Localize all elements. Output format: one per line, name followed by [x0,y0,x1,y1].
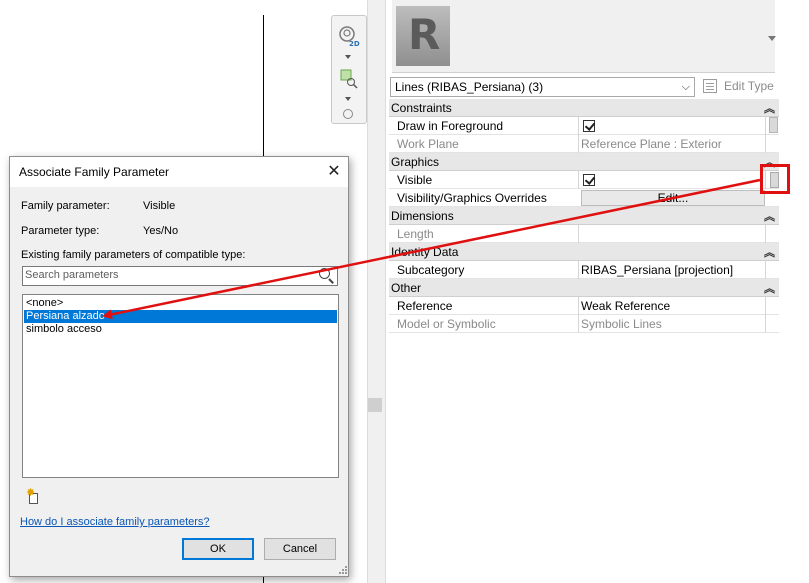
associate-family-parameter-dialog: Associate Family Parameter ✕ Family para… [9,156,349,577]
ok-button[interactable]: OK [182,538,254,560]
property-row-work-plane[interactable]: Work Plane Reference Plane : Exterior [389,135,779,153]
section-constraints[interactable]: Constraints ︽ [389,99,779,117]
list-item-selected[interactable]: Persiana alzado [24,310,337,323]
star-icon: ✸ [26,487,36,499]
scrollbar-thumb[interactable] [769,117,778,133]
section-title: Constraints [391,101,452,115]
visible-checkbox[interactable] [583,174,595,186]
section-title: Dimensions [391,209,454,223]
property-value[interactable]: Weak Reference [581,299,670,313]
list-item[interactable]: simbolo acceso [24,323,337,336]
edit-type-button[interactable]: Edit Type [700,77,778,97]
resize-grip-icon[interactable] [339,566,347,574]
property-value: Reference Plane : Exterior [581,137,722,151]
collapse-icon[interactable]: ︽ [764,100,775,116]
revit-logo: R [396,6,450,66]
search-placeholder: Search parameters [25,269,119,281]
column-divider [765,297,766,315]
property-name: Visibility/Graphics Overrides [397,191,547,205]
splitter-thumb[interactable] [368,398,382,412]
search-input[interactable]: Search parameters [22,266,338,286]
section-identity-data[interactable]: Identity Data ︽ [389,243,779,261]
panel-splitter[interactable] [367,0,386,583]
close-icon[interactable]: ✕ [324,162,344,182]
property-name: Subcategory [397,263,465,277]
type-selector-value: Lines (RIBAS_Persiana) (3) [395,80,544,94]
property-row-reference[interactable]: Reference Weak Reference [389,297,779,315]
navigation-bar: 2D [331,15,367,124]
column-divider [578,135,579,153]
column-divider [765,261,766,279]
section-graphics[interactable]: Graphics ︽ [389,153,779,171]
property-row-subcategory[interactable]: Subcategory RIBAS_Persiana [projection] [389,261,779,279]
chevron-down-icon[interactable] [345,97,351,101]
chevron-down-icon[interactable] [768,36,776,41]
chevron-down-icon[interactable] [345,55,351,59]
column-divider [578,225,579,243]
section-title: Identity Data [391,245,459,259]
list-item[interactable]: <none> [24,297,337,310]
column-divider [578,297,579,315]
family-parameter-label: Family parameter: [21,200,110,212]
section-title: Other [391,281,422,295]
parameter-type-label: Parameter type: [21,225,100,237]
column-divider [765,117,766,135]
property-name: Length [397,227,434,241]
property-row-length[interactable]: Length [389,225,779,243]
section-dimensions[interactable]: Dimensions ︽ [389,207,779,225]
search-icon[interactable] [319,268,330,279]
dialog-title: Associate Family Parameter [19,165,170,179]
dialog-titlebar[interactable]: Associate Family Parameter ✕ [10,157,348,187]
vg-overrides-edit-button[interactable]: Edit... [581,190,765,206]
collapse-icon[interactable]: ︽ [764,244,775,260]
property-row-model-or-symbolic[interactable]: Model or Symbolic Symbolic Lines [389,315,779,333]
chevron-down-icon[interactable]: ⌵ [682,81,690,94]
family-parameter-value: Visible [143,200,176,212]
steering-badge: 2D [349,40,360,48]
section-other[interactable]: Other ︽ [389,279,779,297]
column-divider [765,225,766,243]
property-row-draw-in-foreground[interactable]: Draw in Foreground [389,117,779,135]
zoom-region-icon[interactable] [337,67,361,89]
column-divider [578,315,579,333]
cancel-button[interactable]: Cancel [264,538,336,560]
property-name: Work Plane [397,137,459,151]
column-divider [578,171,579,189]
properties-grid: Constraints ︽ Draw in Foreground Work Pl… [389,99,779,333]
section-title: Graphics [391,155,440,169]
help-link[interactable]: How do I associate family parameters? [20,516,210,528]
associate-parameter-button[interactable] [770,172,779,188]
collapse-icon[interactable]: ︽ [764,280,775,296]
edit-type-icon [703,79,717,93]
parameter-type-value: Yes/No [143,225,179,237]
existing-parameters-label: Existing family parameters of compatible… [21,249,246,261]
property-value[interactable]: RIBAS_Persiana [projection] [581,263,733,277]
property-row-vg-overrides[interactable]: Visibility/Graphics Overrides Edit... [389,189,779,207]
edit-type-label: Edit Type [724,79,774,93]
parameter-list[interactable]: <none> Persiana alzado simbolo acceso [22,294,339,478]
steering-wheel-2d-icon[interactable]: 2D [337,24,361,48]
logo-letter: R [408,10,441,59]
property-name: Model or Symbolic [397,317,496,331]
property-name: Reference [397,299,453,313]
column-divider [765,135,766,153]
new-parameter-icon[interactable]: ✸ [26,487,42,506]
highlight-box [760,164,790,194]
draw-in-foreground-checkbox[interactable] [583,120,595,132]
collapse-icon[interactable]: ︽ [764,208,775,224]
property-name: Draw in Foreground [397,119,504,133]
column-divider [578,261,579,279]
column-divider [578,117,579,135]
type-selector[interactable]: Lines (RIBAS_Persiana) (3) ⌵ [390,77,695,97]
property-name: Visible [397,173,433,187]
nav-options-icon[interactable] [343,109,353,119]
property-value: Symbolic Lines [581,317,662,331]
property-row-visible[interactable]: Visible [389,171,779,189]
column-divider [765,315,766,333]
